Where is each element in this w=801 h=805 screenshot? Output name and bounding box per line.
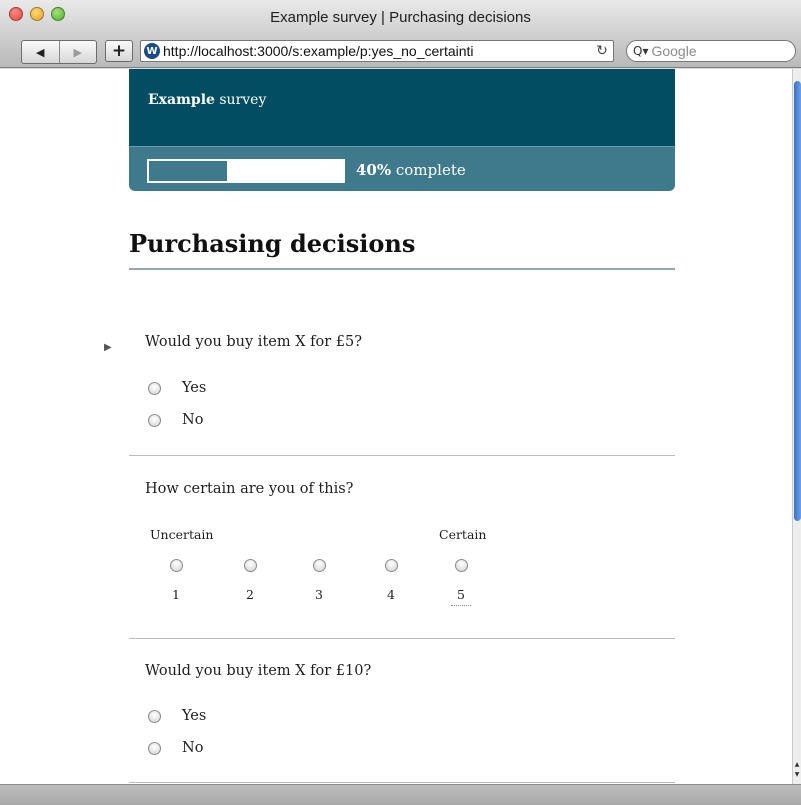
option-label: No (182, 740, 204, 756)
certainty-radio-3[interactable] (313, 559, 326, 572)
history-navigation: ◀ ▶ (21, 40, 97, 64)
browser-window: Example survey | Purchasing decisions ◀ … (0, 0, 801, 805)
vertical-scrollbar[interactable]: ▲ ▼ (792, 69, 801, 784)
question-1-option-yes[interactable]: Yes (148, 380, 206, 396)
certainty-radio-4[interactable] (385, 559, 398, 572)
progress-text: complete (391, 161, 466, 179)
scroll-arrows-icon[interactable]: ▲ ▼ (793, 760, 801, 784)
certainty-radio-2[interactable] (244, 559, 257, 572)
question-3-option-no[interactable]: No (148, 740, 203, 756)
option-label: Yes (182, 380, 207, 396)
site-favicon-icon: W (144, 43, 160, 59)
current-question-marker-icon: ▶ (104, 342, 112, 353)
browser-toolbar: ◀ ▶ + W http://localhost:3000/s:example/… (0, 36, 801, 68)
window-title: Example survey | Purchasing decisions (270, 9, 531, 26)
certainty-radio-5[interactable] (455, 559, 468, 572)
survey-header: Example survey 40% complete (129, 69, 675, 191)
title-bar: Example survey | Purchasing decisions (0, 0, 801, 36)
search-placeholder: Google (651, 43, 697, 59)
question-1-text: Would you buy item X for £5? (145, 334, 363, 350)
survey-name-bold: Example (148, 92, 215, 108)
certainty-value-5: 5 (451, 587, 471, 606)
question-divider (129, 638, 675, 639)
question-1-option-no[interactable]: No (148, 412, 203, 428)
search-field[interactable]: Q▾ Google (626, 40, 796, 62)
page-viewport: Example survey 40% complete Purchasing d… (0, 69, 792, 784)
radio-yes[interactable] (148, 381, 161, 395)
certainty-value-1: 1 (172, 587, 180, 602)
progress-percent: 40% (356, 161, 392, 179)
url-field[interactable]: http://localhost:3000/s:example/p:yes_no… (163, 43, 591, 59)
search-icon[interactable]: Q▾ (633, 44, 648, 58)
option-label: No (182, 412, 204, 428)
page-title: Purchasing decisions (129, 229, 675, 270)
scale-high-label: Certain (439, 527, 487, 542)
reload-icon[interactable]: ↻ (591, 43, 613, 59)
survey-name-rest: survey (214, 92, 267, 108)
option-label: Yes (182, 708, 207, 724)
certainty-value-4: 4 (387, 587, 395, 602)
radio-yes[interactable] (148, 709, 161, 723)
radio-no[interactable] (148, 413, 161, 427)
scale-low-label: Uncertain (150, 527, 214, 542)
progress-bar (147, 159, 345, 183)
certainty-value-2: 2 (246, 587, 254, 602)
question-2-text: How certain are you of this? (145, 481, 354, 497)
scrollbar-thumb[interactable] (794, 81, 801, 521)
add-bookmark-button[interactable]: + (105, 40, 133, 62)
radio-no[interactable] (148, 741, 161, 755)
progress-bar-fill (149, 161, 227, 181)
question-3-option-yes[interactable]: Yes (148, 708, 206, 724)
forward-button[interactable]: ▶ (58, 41, 97, 63)
address-bar[interactable]: W http://localhost:3000/s:example/p:yes_… (140, 40, 614, 62)
question-3-text: Would you buy item X for £10? (145, 663, 372, 679)
certainty-value-3: 3 (315, 587, 323, 602)
back-button[interactable]: ◀ (22, 41, 59, 63)
certainty-radio-1[interactable] (170, 559, 183, 572)
question-divider (129, 782, 675, 783)
question-divider (129, 455, 675, 456)
survey-name: Example survey (129, 69, 675, 146)
progress-label: 40% complete (356, 161, 466, 179)
progress-band: 40% complete (129, 146, 675, 191)
status-bar (0, 784, 801, 805)
